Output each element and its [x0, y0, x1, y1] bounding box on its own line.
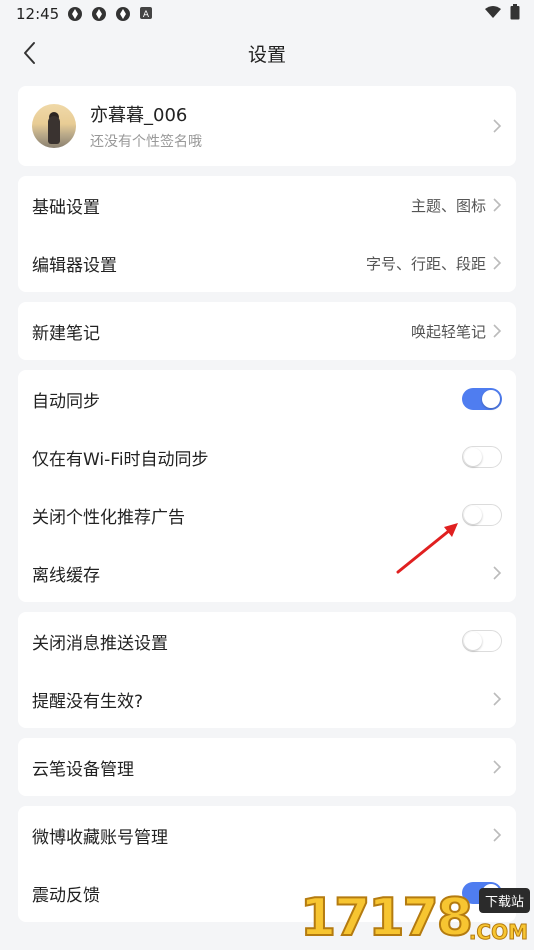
app-notification-icon [91, 6, 107, 22]
watermark-logo: 17178 下载站 .COM [299, 887, 530, 949]
new-note-label: 新建笔记 [32, 323, 100, 344]
push-label: 关闭消息推送设置 [32, 633, 168, 654]
push-row: 关闭消息推送设置 [18, 612, 516, 670]
wifi-sync-toggle[interactable] [462, 446, 502, 468]
chevron-right-icon [492, 323, 502, 339]
vibrate-label: 震动反馈 [32, 885, 100, 906]
pen-card: 云笔设备管理 [18, 738, 516, 796]
weibo-label: 微博收藏账号管理 [32, 827, 168, 848]
basic-settings-row[interactable]: 基础设置 主题、图标 [18, 176, 516, 234]
notification-badge-icon: A [139, 6, 155, 22]
new-note-value: 唤起轻笔记 [410, 322, 486, 341]
profile-card[interactable]: 亦暮暮_006 还没有个性签名哦 [18, 86, 516, 166]
chevron-right-icon [492, 118, 502, 134]
editor-settings-row[interactable]: 编辑器设置 字号、行距、段距 [18, 234, 516, 292]
avatar [32, 104, 76, 148]
push-card: 关闭消息推送设置 提醒没有生效? [18, 612, 516, 728]
watermark-suffix: .COM [468, 920, 528, 945]
basic-settings-value: 主题、图标 [410, 196, 486, 215]
back-arrow-icon[interactable] [18, 40, 42, 66]
pen-row[interactable]: 云笔设备管理 [18, 738, 516, 796]
chevron-right-icon [492, 255, 502, 271]
auto-sync-label: 自动同步 [32, 391, 100, 412]
offline-cache-row[interactable]: 离线缓存 [18, 544, 516, 602]
battery-icon [510, 4, 520, 24]
wifi-sync-row: 仅在有Wi-Fi时自动同步 [18, 428, 516, 486]
basic-settings-label: 基础设置 [32, 197, 100, 218]
pen-label: 云笔设备管理 [32, 759, 134, 780]
ads-label: 关闭个性化推荐广告 [32, 507, 185, 528]
watermark-badge: 下载站 [478, 888, 530, 913]
app-notification-icon [67, 6, 83, 22]
reminder-row[interactable]: 提醒没有生效? [18, 670, 516, 728]
chevron-right-icon [492, 197, 502, 213]
chevron-right-icon [492, 759, 502, 775]
page-title: 设置 [247, 43, 286, 66]
status-time: 12:45 [16, 5, 60, 23]
svg-text:A: A [143, 10, 150, 20]
auto-sync-row: 自动同步 [18, 370, 516, 428]
editor-settings-label: 编辑器设置 [32, 255, 117, 276]
watermark-digits: 17178 [299, 887, 474, 949]
profile-signature: 还没有个性签名哦 [90, 134, 202, 150]
profile-row[interactable]: 亦暮暮_006 还没有个性签名哦 [18, 86, 516, 166]
basic-settings-right: 主题、图标 [411, 195, 502, 216]
status-right [484, 4, 520, 24]
weibo-row[interactable]: 微博收藏账号管理 [18, 806, 516, 864]
wifi-icon [484, 5, 502, 23]
push-toggle[interactable] [462, 630, 502, 652]
reminder-label: 提醒没有生效? [32, 691, 144, 712]
ads-toggle[interactable] [462, 504, 502, 526]
profile-text: 亦暮暮_006 还没有个性签名哦 [90, 101, 202, 151]
editor-settings-right: 字号、行距、段距 [366, 253, 502, 274]
offline-cache-label: 离线缓存 [32, 565, 100, 586]
app-notification-icon [115, 6, 131, 22]
nav-bar: 设置 [0, 28, 534, 78]
profile-name: 亦暮暮_006 [90, 105, 188, 126]
status-bar: 12:45 A [0, 0, 534, 28]
chevron-right-icon [492, 565, 502, 581]
status-left: 12:45 A [16, 5, 155, 23]
chevron-right-icon [492, 827, 502, 843]
new-note-card: 新建笔记 唤起轻笔记 [18, 302, 516, 360]
auto-sync-toggle[interactable] [462, 388, 502, 410]
editor-settings-value: 字号、行距、段距 [365, 254, 486, 273]
display-settings-card: 基础设置 主题、图标 编辑器设置 字号、行距、段距 [18, 176, 516, 292]
wifi-sync-label: 仅在有Wi-Fi时自动同步 [32, 449, 209, 470]
profile-left: 亦暮暮_006 还没有个性签名哦 [32, 101, 202, 151]
ads-row: 关闭个性化推荐广告 [18, 486, 516, 544]
new-note-right: 唤起轻笔记 [411, 321, 502, 342]
chevron-right-icon [492, 691, 502, 707]
sync-card: 自动同步 仅在有Wi-Fi时自动同步 关闭个性化推荐广告 离线缓存 [18, 370, 516, 602]
new-note-row[interactable]: 新建笔记 唤起轻笔记 [18, 302, 516, 360]
